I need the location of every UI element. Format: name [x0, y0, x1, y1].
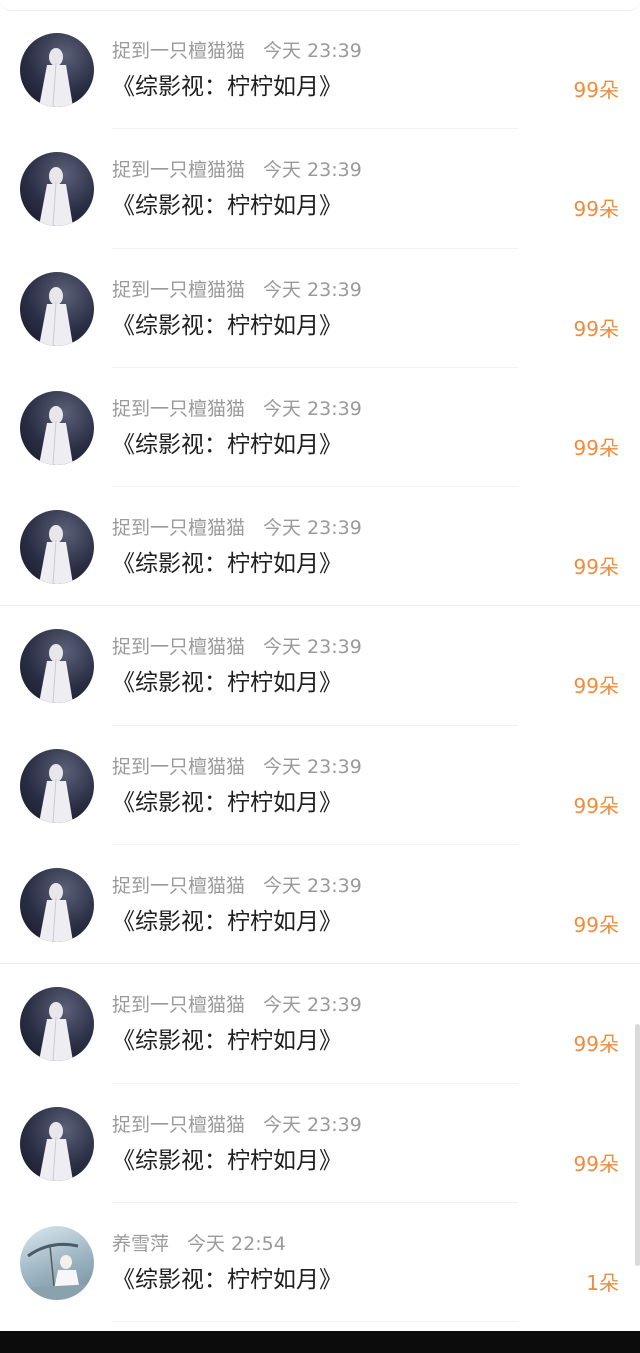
flower-count: 99朵 [573, 674, 619, 699]
avatar[interactable] [20, 33, 94, 107]
book-title[interactable]: 《综影视：柠柠如月》 [112, 788, 342, 818]
timestamp: 今天 23:39 [263, 517, 362, 540]
user-name[interactable]: 捉到一只檀猫猫 [112, 756, 245, 778]
list-item[interactable]: 捉到一只檀猫猫 今天 23:39 《综影视：柠柠如月》 99朵 [0, 249, 640, 369]
item-meta: 捉到一只檀猫猫 今天 23:39 [112, 993, 362, 1017]
flower-count: 99朵 [573, 197, 619, 222]
avatar[interactable] [20, 1225, 94, 1300]
avatar[interactable] [20, 390, 94, 465]
book-title[interactable]: 《综影视：柠柠如月》 [112, 1146, 342, 1176]
system-navigation-bar [0, 1331, 640, 1353]
book-title[interactable]: 《综影视：柠柠如月》 [112, 430, 342, 460]
avatar[interactable] [20, 629, 94, 704]
item-meta: 捉到一只檀猫猫 今天 23:39 [112, 278, 362, 302]
timestamp: 今天 23:39 [263, 755, 362, 778]
timestamp: 今天 23:39 [263, 278, 362, 301]
user-name[interactable]: 捉到一只檀猫猫 [112, 279, 245, 301]
flower-count: 99朵 [573, 1151, 619, 1176]
timestamp: 今天 23:39 [263, 397, 362, 420]
timestamp: 今天 23:39 [263, 159, 362, 182]
user-name[interactable]: 养雪萍 [112, 1233, 169, 1255]
item-meta: 捉到一只檀猫猫 今天 23:39 [112, 755, 362, 779]
book-title[interactable]: 《综影视：柠柠如月》 [112, 311, 342, 341]
list-item[interactable]: 捉到一只檀猫猫 今天 23:39 《综影视：柠柠如月》 99朵 [0, 487, 640, 607]
avatar[interactable] [20, 271, 94, 346]
item-meta: 养雪萍 今天 22:54 [112, 1232, 286, 1256]
avatar[interactable] [20, 868, 94, 943]
flower-count: 1朵 [586, 1270, 619, 1295]
list-item[interactable]: 捉到一只檀猫猫 今天 23:39 《综影视：柠柠如月》 99朵 [0, 845, 640, 965]
item-meta: 捉到一只檀猫猫 今天 23:39 [112, 158, 362, 182]
avatar[interactable] [20, 987, 94, 1062]
user-name[interactable]: 捉到一只檀猫猫 [112, 398, 245, 420]
list-item[interactable]: 养雪萍 今天 22:54 《综影视：柠柠如月》 1朵 [0, 1203, 640, 1323]
flower-count: 99朵 [573, 793, 619, 818]
list-item[interactable]: 捉到一只檀猫猫 今天 23:39 《综影视：柠柠如月》 99朵 [0, 606, 640, 727]
flower-count: 99朵 [573, 555, 619, 580]
timestamp: 今天 23:39 [263, 875, 362, 898]
avatar[interactable] [20, 1106, 94, 1181]
item-meta: 捉到一只檀猫猫 今天 23:39 [112, 874, 362, 898]
item-meta: 捉到一只檀猫猫 今天 23:39 [112, 39, 362, 63]
user-name[interactable]: 捉到一只檀猫猫 [112, 875, 245, 897]
list-item[interactable]: 捉到一只檀猫猫 今天 23:39 《综影视：柠柠如月》 99朵 [0, 1084, 640, 1204]
book-title[interactable]: 《综影视：柠柠如月》 [112, 72, 342, 102]
book-title[interactable]: 《综影视：柠柠如月》 [112, 549, 342, 579]
flower-count: 99朵 [573, 316, 619, 341]
book-title[interactable]: 《综影视：柠柠如月》 [112, 191, 342, 221]
item-meta: 捉到一只檀猫猫 今天 23:39 [112, 397, 362, 421]
flower-count: 99朵 [573, 78, 619, 102]
timestamp: 今天 23:39 [263, 636, 362, 659]
book-title[interactable]: 《综影视：柠柠如月》 [112, 1265, 342, 1295]
timestamp: 今天 23:39 [263, 40, 362, 62]
timestamp: 今天 22:54 [187, 1232, 286, 1255]
user-name[interactable]: 捉到一只檀猫猫 [112, 636, 245, 658]
book-title[interactable]: 《综影视：柠柠如月》 [112, 668, 342, 698]
user-name[interactable]: 捉到一只檀猫猫 [112, 40, 245, 62]
list-item[interactable]: 捉到一只檀猫猫 今天 23:39 《综影视：柠柠如月》 99朵 [0, 368, 640, 488]
timestamp: 今天 23:39 [263, 994, 362, 1017]
user-name[interactable]: 捉到一只檀猫猫 [112, 1114, 245, 1136]
flower-count: 99朵 [573, 913, 619, 938]
item-meta: 捉到一只檀猫猫 今天 23:39 [112, 1113, 362, 1137]
item-meta: 捉到一只檀猫猫 今天 23:39 [112, 516, 362, 540]
item-meta: 捉到一只檀猫猫 今天 23:39 [112, 635, 362, 659]
user-name[interactable]: 捉到一只檀猫猫 [112, 159, 245, 181]
avatar[interactable] [20, 510, 94, 585]
user-name[interactable]: 捉到一只檀猫猫 [112, 517, 245, 539]
timestamp: 今天 23:39 [263, 1113, 362, 1136]
flower-count: 99朵 [573, 435, 619, 460]
avatar[interactable] [20, 748, 94, 823]
book-title[interactable]: 《综影视：柠柠如月》 [112, 1026, 342, 1056]
user-name[interactable]: 捉到一只檀猫猫 [112, 994, 245, 1016]
list-item[interactable]: 捉到一只檀猫猫 今天 23:39 《综影视：柠柠如月》 99朵 [0, 10, 640, 130]
flower-count: 99朵 [573, 1032, 619, 1057]
scrollbar[interactable] [635, 1024, 640, 1266]
list-item[interactable]: 捉到一只檀猫猫 今天 23:39 《综影视：柠柠如月》 99朵 [0, 726, 640, 846]
list-item[interactable]: 捉到一只檀猫猫 今天 23:39 《综影视：柠柠如月》 99朵 [0, 129, 640, 249]
book-title[interactable]: 《综影视：柠柠如月》 [112, 907, 342, 937]
avatar[interactable] [20, 152, 94, 227]
list-item[interactable]: 捉到一只檀猫猫 今天 23:39 《综影视：柠柠如月》 99朵 [0, 964, 640, 1084]
gift-record-list: 捉到一只檀猫猫 今天 23:39 《综影视：柠柠如月》 99朵 捉到一只檀猫猫 今天… [0, 10, 640, 1323]
